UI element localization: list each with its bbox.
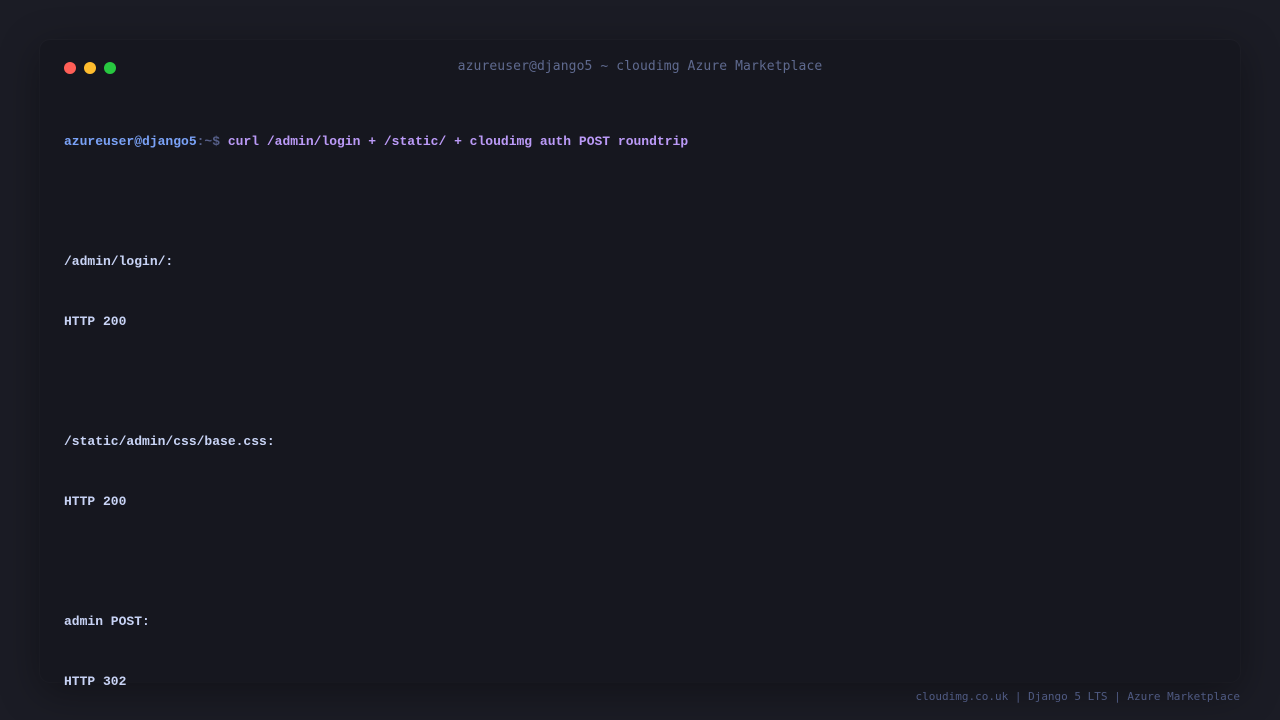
command-text: curl /admin/login + /static/ + cloudimg …: [227, 134, 689, 149]
command-line: azureuser@django5:~$ curl /admin/login +…: [64, 132, 1216, 152]
prompt-path: :~$: [196, 134, 228, 149]
terminal-output[interactable]: azureuser@django5:~$ curl /admin/login +…: [64, 92, 1216, 720]
result-value: HTTP 200: [64, 494, 127, 509]
result-label: /admin/login/:: [64, 254, 174, 269]
terminal-window: azureuser@django5 ~ cloudimg Azure Marke…: [40, 40, 1240, 689]
footer-caption: cloudimg.co.uk | Django 5 LTS | Azure Ma…: [915, 690, 1240, 703]
window-title: azureuser@django5 ~ cloudimg Azure Marke…: [457, 59, 823, 74]
result-value: HTTP 200: [64, 314, 127, 329]
result-value: HTTP 302: [64, 674, 127, 689]
result-label: admin POST:: [64, 614, 150, 629]
title-bar: azureuser@django5 ~ cloudimg Azure Marke…: [40, 40, 1240, 96]
result-label: /static/admin/css/base.css:: [64, 434, 275, 449]
prompt-user: azureuser@django5: [64, 134, 197, 149]
